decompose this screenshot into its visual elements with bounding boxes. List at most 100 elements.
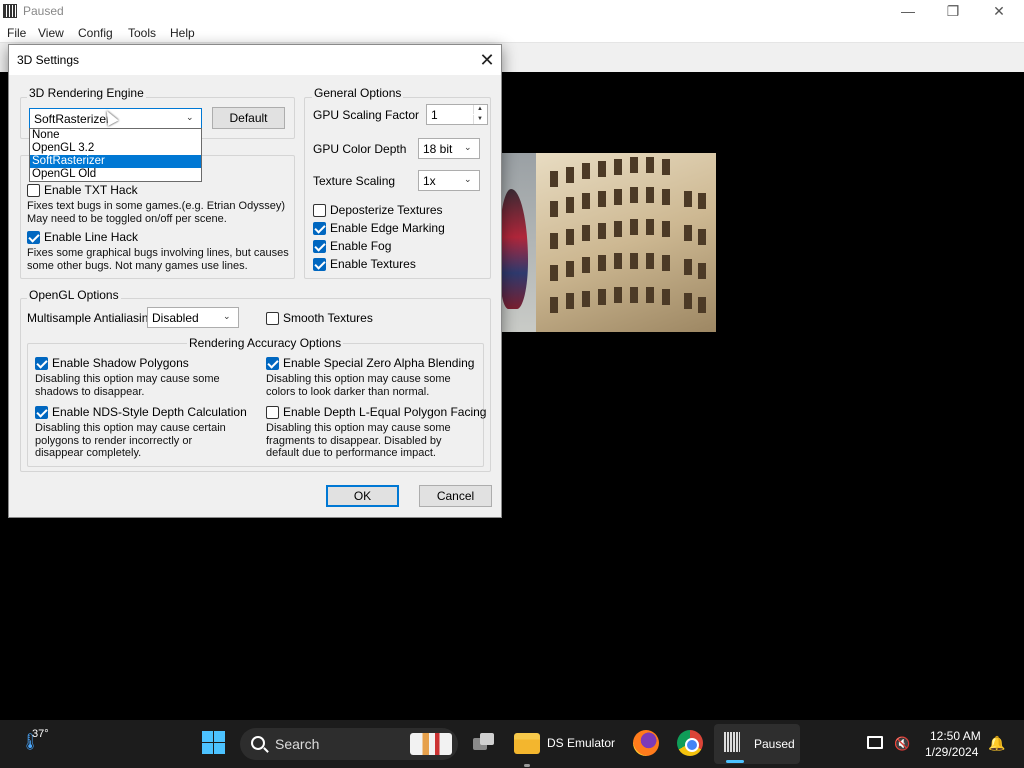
fog-checkbox[interactable]: Enable Fog	[313, 239, 483, 255]
menu-help[interactable]: Help	[170, 26, 195, 40]
checkbox-box	[35, 357, 48, 370]
close-button[interactable]: ✕	[976, 0, 1022, 23]
windows-logo-icon	[214, 743, 225, 754]
checkbox-box	[35, 406, 48, 419]
dialog-title-bar: 3D Settings ✕	[9, 45, 501, 75]
checkbox-box	[266, 406, 279, 419]
chevron-down-icon: ⌄	[464, 174, 472, 184]
rendering-engine-label: 3D Rendering Engine	[27, 86, 146, 100]
spin-down-icon[interactable]: ▼	[473, 115, 486, 124]
weather-temperature: 37°	[32, 728, 49, 740]
checkbox-box	[313, 204, 326, 217]
chevron-down-icon: ⌄	[223, 311, 231, 321]
emulator-app-icon	[724, 732, 740, 752]
cancel-button[interactable]: Cancel	[419, 485, 492, 507]
texture-scaling-value: 1x	[423, 174, 436, 188]
checkbox-box	[313, 240, 326, 253]
clock-date[interactable]: 1/29/2024	[925, 745, 978, 759]
checkbox-box	[266, 357, 279, 370]
zero-alpha-checkbox[interactable]: Enable Special Zero Alpha Blending	[266, 356, 481, 372]
settings-dialog: 3D Settings ✕ 3D Rendering Engine SoftRa…	[8, 44, 502, 518]
task-view-icon[interactable]	[471, 730, 497, 756]
edge-marking-checkbox[interactable]: Enable Edge Marking	[313, 221, 483, 237]
firefox-icon[interactable]	[633, 730, 659, 756]
ok-button[interactable]: OK	[326, 485, 399, 507]
textures-checkbox[interactable]: Enable Textures	[313, 257, 483, 273]
msaa-select[interactable]: Disabled ⌄	[147, 307, 239, 328]
textures-label: Enable Textures	[330, 257, 416, 271]
gpu-color-depth-label: GPU Color Depth	[313, 142, 407, 156]
depth-lequal-checkbox[interactable]: Enable Depth L-Equal Polygon Facing	[266, 405, 486, 421]
paused-label: Paused	[754, 737, 795, 751]
game-building	[536, 153, 716, 332]
checkbox-box	[266, 312, 279, 325]
gpu-color-depth-value: 18 bit	[423, 142, 453, 156]
nds-depth-description: Disabling this option may cause certain …	[35, 422, 226, 459]
nds-depth-checkbox[interactable]: Enable NDS-Style Depth Calculation	[35, 405, 255, 421]
app-icon	[3, 4, 17, 18]
chevron-down-icon: ⌄	[186, 112, 194, 122]
maximize-button[interactable]: ❐	[930, 0, 976, 23]
nds-depth-label: Enable NDS-Style Depth Calculation	[52, 405, 247, 419]
line-hack-label: Enable Line Hack	[44, 230, 139, 244]
zero-alpha-description: Disabling this option may cause some col…	[266, 373, 451, 398]
txt-hack-description: Fixes text bugs in some games.(e.g. Etri…	[27, 200, 285, 225]
file-explorer-icon[interactable]	[514, 733, 540, 754]
msaa-label: Multisample Antialiasing	[27, 311, 156, 325]
weather-widget[interactable]: 🌡 37°	[20, 728, 60, 760]
windows-logo-icon	[202, 743, 213, 754]
display-icon[interactable]	[867, 736, 883, 749]
shadow-polygons-checkbox[interactable]: Enable Shadow Polygons	[35, 356, 255, 372]
notification-bell-icon[interactable]: 🔔	[988, 735, 1005, 751]
line-hack-description: Fixes some graphical bugs involving line…	[27, 247, 289, 272]
texture-scaling-label: Texture Scaling	[313, 174, 396, 188]
title-bar: Paused — ❐ ✕	[0, 0, 1024, 23]
dropdown-option-none[interactable]: None	[30, 129, 201, 142]
checkbox-box	[313, 258, 326, 271]
txt-hack-checkbox[interactable]: Enable TXT Hack	[27, 183, 287, 199]
msaa-value: Disabled	[152, 311, 199, 325]
fog-label: Enable Fog	[330, 239, 392, 253]
deposterize-checkbox[interactable]: Deposterize Textures	[313, 203, 483, 219]
paused-taskbar-item[interactable]: Paused	[714, 724, 800, 764]
gpu-color-depth-select[interactable]: 18 bit ⌄	[418, 138, 480, 159]
default-button[interactable]: Default	[212, 107, 285, 129]
accuracy-options-label: Rendering Accuracy Options	[187, 336, 344, 350]
smooth-textures-label: Smooth Textures	[283, 311, 373, 325]
dialog-close-button[interactable]: ✕	[475, 49, 499, 71]
dropdown-option-softrasterizer[interactable]: SoftRasterizer	[30, 155, 201, 168]
rendering-engine-dropdown-list: None OpenGL 3.2 SoftRasterizer OpenGL Ol…	[29, 128, 202, 182]
general-options-label: General Options	[312, 86, 404, 100]
shadow-polygons-description: Disabling this option may cause some sha…	[35, 373, 220, 398]
chrome-icon[interactable]	[677, 730, 703, 756]
game-screen	[500, 153, 716, 332]
spin-up-icon[interactable]: ▲	[473, 105, 486, 114]
smooth-textures-checkbox[interactable]: Smooth Textures	[266, 311, 406, 327]
rendering-engine-value: SoftRasterizer	[34, 112, 111, 126]
ds-emulator-label[interactable]: DS Emulator	[547, 736, 615, 750]
texture-scaling-select[interactable]: 1x ⌄	[418, 170, 480, 191]
checkbox-box	[27, 184, 40, 197]
speaker-muted-icon[interactable]: 🔇	[894, 736, 910, 751]
dropdown-option-opengl-32[interactable]: OpenGL 3.2	[30, 142, 201, 155]
menu-config[interactable]: Config	[78, 26, 113, 40]
zero-alpha-label: Enable Special Zero Alpha Blending	[283, 356, 475, 370]
menu-file[interactable]: File	[7, 26, 26, 40]
shadow-polygons-label: Enable Shadow Polygons	[52, 356, 189, 370]
taskbar-search[interactable]: Search	[240, 728, 458, 760]
active-indicator	[726, 760, 744, 763]
dialog-title: 3D Settings	[17, 53, 80, 67]
line-hack-checkbox[interactable]: Enable Line Hack	[27, 230, 287, 246]
taskbar: 🌡 37° Search DS Emulator Paused 🔇 12:50 …	[0, 720, 1024, 768]
gpu-scaling-spinner[interactable]: 1 ▲ ▼	[426, 104, 488, 125]
dropdown-option-opengl-old[interactable]: OpenGL Old	[30, 168, 201, 181]
depth-lequal-label: Enable Depth L-Equal Polygon Facing	[283, 405, 487, 419]
menu-tools[interactable]: Tools	[128, 26, 156, 40]
minimize-button[interactable]: —	[885, 0, 931, 23]
edge-marking-label: Enable Edge Marking	[330, 221, 445, 235]
start-button[interactable]	[202, 731, 226, 755]
windows-logo-icon	[214, 731, 225, 742]
clock-time[interactable]: 12:50 AM	[930, 729, 981, 743]
menu-view[interactable]: View	[38, 26, 64, 40]
checkbox-box	[313, 222, 326, 235]
